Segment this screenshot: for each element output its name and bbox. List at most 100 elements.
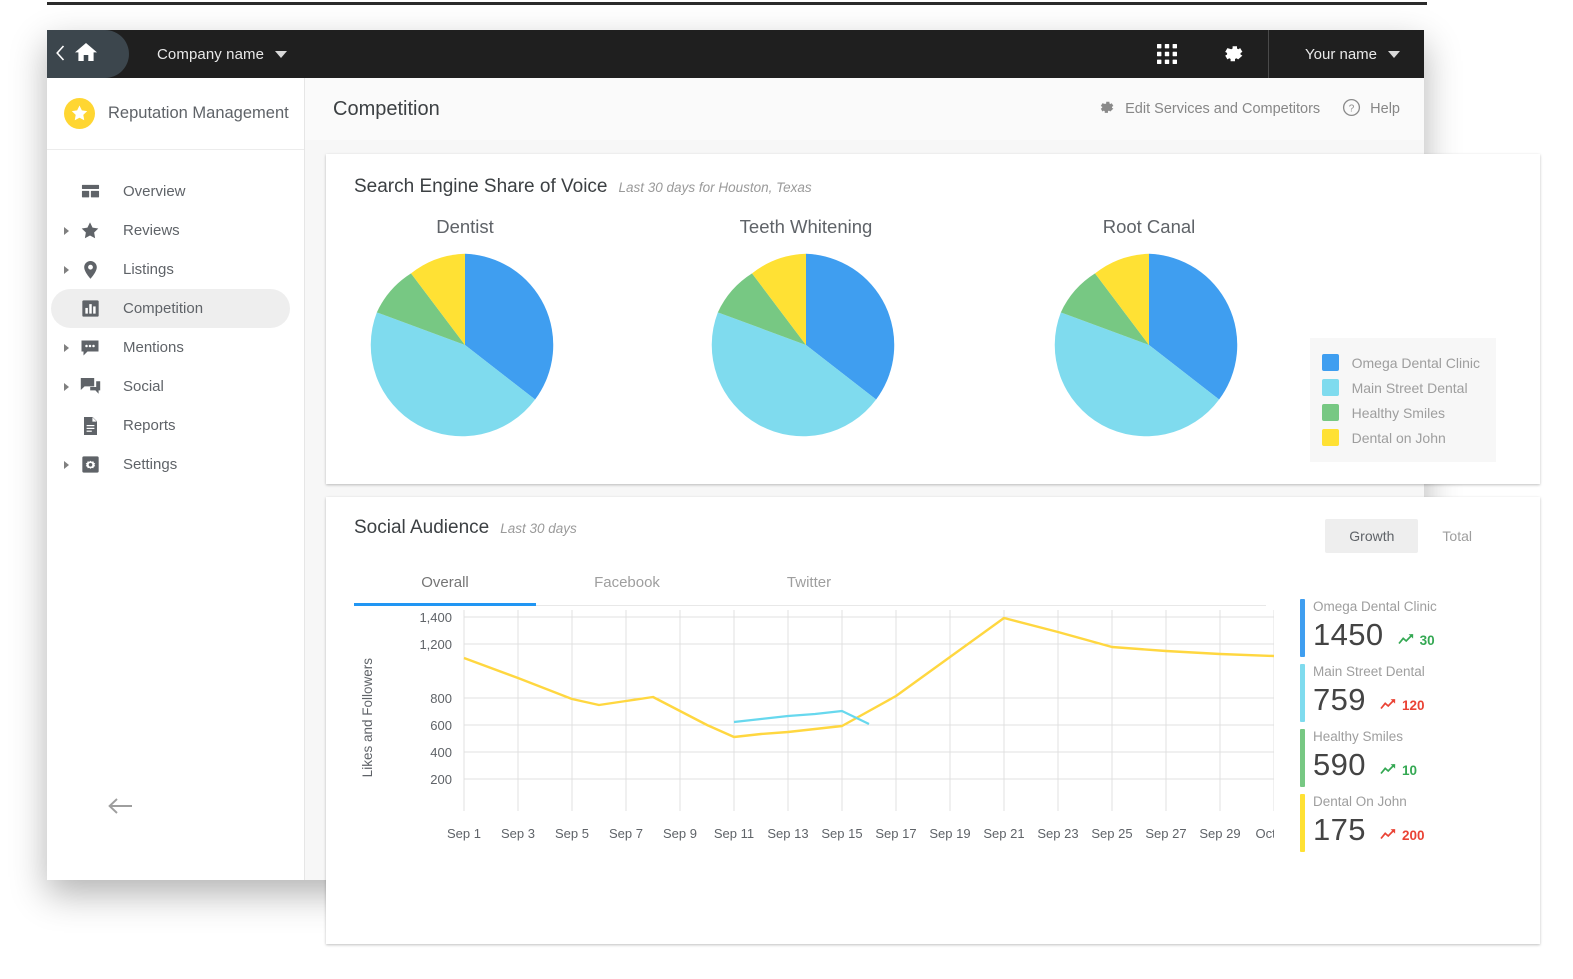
- legend-swatch-healthy-smiles: [1321, 404, 1339, 421]
- stat-value-row: 590 10: [1313, 747, 1500, 783]
- tab-twitter[interactable]: Twitter: [718, 561, 900, 605]
- svg-text:Sep 11: Sep 11: [714, 826, 754, 841]
- expand-arrow-icon[interactable]: [59, 226, 73, 235]
- stat-value: 175: [1313, 812, 1366, 847]
- social-audience-tabs: Overall Facebook Twitter: [354, 561, 1266, 606]
- star-icon: [73, 221, 107, 241]
- expand-arrow-icon[interactable]: [59, 265, 73, 274]
- grid-apps-icon[interactable]: [1134, 43, 1200, 65]
- help-button[interactable]: ? Help: [1342, 98, 1400, 121]
- stat-value-row: 759 120: [1313, 682, 1500, 718]
- tab-overall[interactable]: Overall: [354, 561, 536, 605]
- gear-icon[interactable]: [1200, 41, 1266, 67]
- action-label: Help: [1370, 101, 1400, 117]
- help-circle-icon: ?: [1342, 98, 1361, 121]
- sidebar-item-reports[interactable]: Reports: [51, 406, 290, 445]
- map-pin-icon: [73, 260, 107, 280]
- pie-svg-root-canal: [1054, 253, 1238, 437]
- share-of-voice-subtitle: Last 30 days for Houston, Texas: [618, 180, 812, 195]
- expand-arrow-icon[interactable]: [59, 382, 73, 391]
- chevron-down-icon[interactable]: [275, 50, 288, 58]
- window-backplate: [47, 2, 1427, 8]
- stat-delta-value: 120: [1401, 698, 1425, 713]
- sidebar-item-social[interactable]: Social: [51, 367, 290, 406]
- expand-arrow-icon[interactable]: [59, 460, 73, 469]
- sidebar-item-competition[interactable]: Competition: [51, 289, 290, 328]
- stat-delta-value: 10: [1401, 763, 1417, 778]
- toggle-total-button[interactable]: Total: [1418, 519, 1496, 553]
- stat-label: Main Street Dental: [1313, 664, 1425, 679]
- stat-main-street-dental: Main Street Dental 759 120: [1300, 662, 1500, 722]
- top-navigation-bar: Company name Your name: [47, 30, 1424, 78]
- svg-text:600: 600: [430, 718, 452, 733]
- legend-item: Dental on John: [1321, 425, 1480, 450]
- svg-text:400: 400: [430, 745, 452, 760]
- pie-chart-root-canal: Root Canal: [1054, 216, 1244, 440]
- arrow-left-icon[interactable]: [107, 798, 133, 819]
- x-axis-ticks: Sep 1 Sep 3 Sep 5 Sep 7 Sep 9 Sep 11 Sep…: [447, 826, 1287, 841]
- stat-color-bar: [1300, 599, 1305, 657]
- sidebar-item-listings[interactable]: Listings: [51, 250, 290, 289]
- trend-up-icon: [1397, 633, 1415, 648]
- sidebar-item-overview[interactable]: Overview: [51, 172, 290, 211]
- growth-total-toggle: Growth Total: [1325, 519, 1496, 553]
- svg-text:1,400: 1,400: [419, 610, 452, 625]
- stat-value: 590: [1313, 747, 1366, 782]
- stat-value-row: 175 200: [1313, 812, 1500, 848]
- legend-label: Omega Dental Clinic: [1351, 354, 1480, 371]
- sidebar-item-reviews[interactable]: Reviews: [51, 211, 290, 250]
- expand-arrow-icon[interactable]: [59, 343, 73, 352]
- topbar-divider: [1268, 30, 1269, 78]
- chevron-down-icon[interactable]: [1388, 50, 1400, 58]
- legend-swatch-main-street: [1321, 379, 1339, 396]
- svg-text:Sep 13: Sep 13: [767, 826, 808, 841]
- svg-text:Sep 19: Sep 19: [929, 826, 970, 841]
- bar-chart-icon: [73, 299, 107, 318]
- home-icon[interactable]: [73, 40, 99, 69]
- sidebar-nav: Overview Reviews Listings Competition Me…: [47, 150, 304, 484]
- star-badge-icon: [64, 98, 95, 129]
- brand-title: Reputation Management: [108, 104, 289, 122]
- pie-svg-teeth-whitening: [711, 253, 895, 437]
- svg-text:1,200: 1,200: [419, 637, 452, 652]
- svg-text:Sep 27: Sep 27: [1145, 826, 1186, 841]
- svg-text:Oct 1: Oct 1: [1255, 826, 1274, 841]
- comment-icon: [73, 339, 107, 357]
- svg-text:200: 200: [430, 772, 452, 787]
- legend-label: Healthy Smiles: [1351, 404, 1445, 421]
- legend-label: Dental on John: [1351, 429, 1446, 446]
- svg-text:Sep 29: Sep 29: [1199, 826, 1240, 841]
- y-axis-ticks: 1,400 1,200 800 600 400 200: [419, 610, 452, 787]
- stat-delta-value: 30: [1419, 633, 1435, 648]
- dashboard-icon: [73, 182, 107, 201]
- edit-services-and-competitors-button[interactable]: Edit Services and Competitors: [1097, 98, 1320, 121]
- svg-text:Sep 5: Sep 5: [555, 826, 589, 841]
- toggle-growth-button[interactable]: Growth: [1325, 519, 1419, 553]
- share-of-voice-title: Search Engine Share of Voice: [354, 176, 608, 197]
- sidebar-collapse-button[interactable]: [47, 797, 304, 820]
- pie-charts-group: Dentist Teeth Whitening Root Canal Omega…: [326, 198, 1540, 462]
- stat-label: Dental On John: [1313, 794, 1407, 809]
- topbar-right-group: Your name: [1134, 30, 1424, 78]
- legend-item: Main Street Dental: [1321, 375, 1480, 400]
- line-series-dental-on-john: [463, 616, 1275, 739]
- stat-label: Omega Dental Clinic: [1313, 599, 1437, 614]
- sidebar-item-mentions[interactable]: Mentions: [51, 328, 290, 367]
- home-button[interactable]: [47, 30, 129, 78]
- user-menu-button[interactable]: Your name: [1271, 46, 1424, 63]
- stat-dental-on-john: Dental On John 175 200: [1300, 792, 1500, 852]
- sidebar-item-label: Mentions: [123, 339, 184, 356]
- stat-value-row: 1450 30: [1313, 617, 1500, 653]
- page-title: Competition: [333, 97, 440, 120]
- brand-header: Reputation Management: [47, 78, 304, 150]
- sidebar-item-settings[interactable]: Settings: [51, 445, 290, 484]
- svg-text:Sep 21: Sep 21: [983, 826, 1024, 841]
- chevron-left-icon[interactable]: [55, 44, 66, 64]
- trend-down-icon: [1380, 698, 1397, 713]
- trend-up-icon: [1380, 763, 1397, 778]
- pie-chart-dentist: Dentist: [370, 216, 560, 440]
- tab-facebook[interactable]: Facebook: [536, 561, 718, 605]
- sidebar-item-label: Competition: [123, 300, 204, 317]
- svg-text:?: ?: [1349, 103, 1355, 114]
- svg-text:Sep 3: Sep 3: [501, 826, 535, 841]
